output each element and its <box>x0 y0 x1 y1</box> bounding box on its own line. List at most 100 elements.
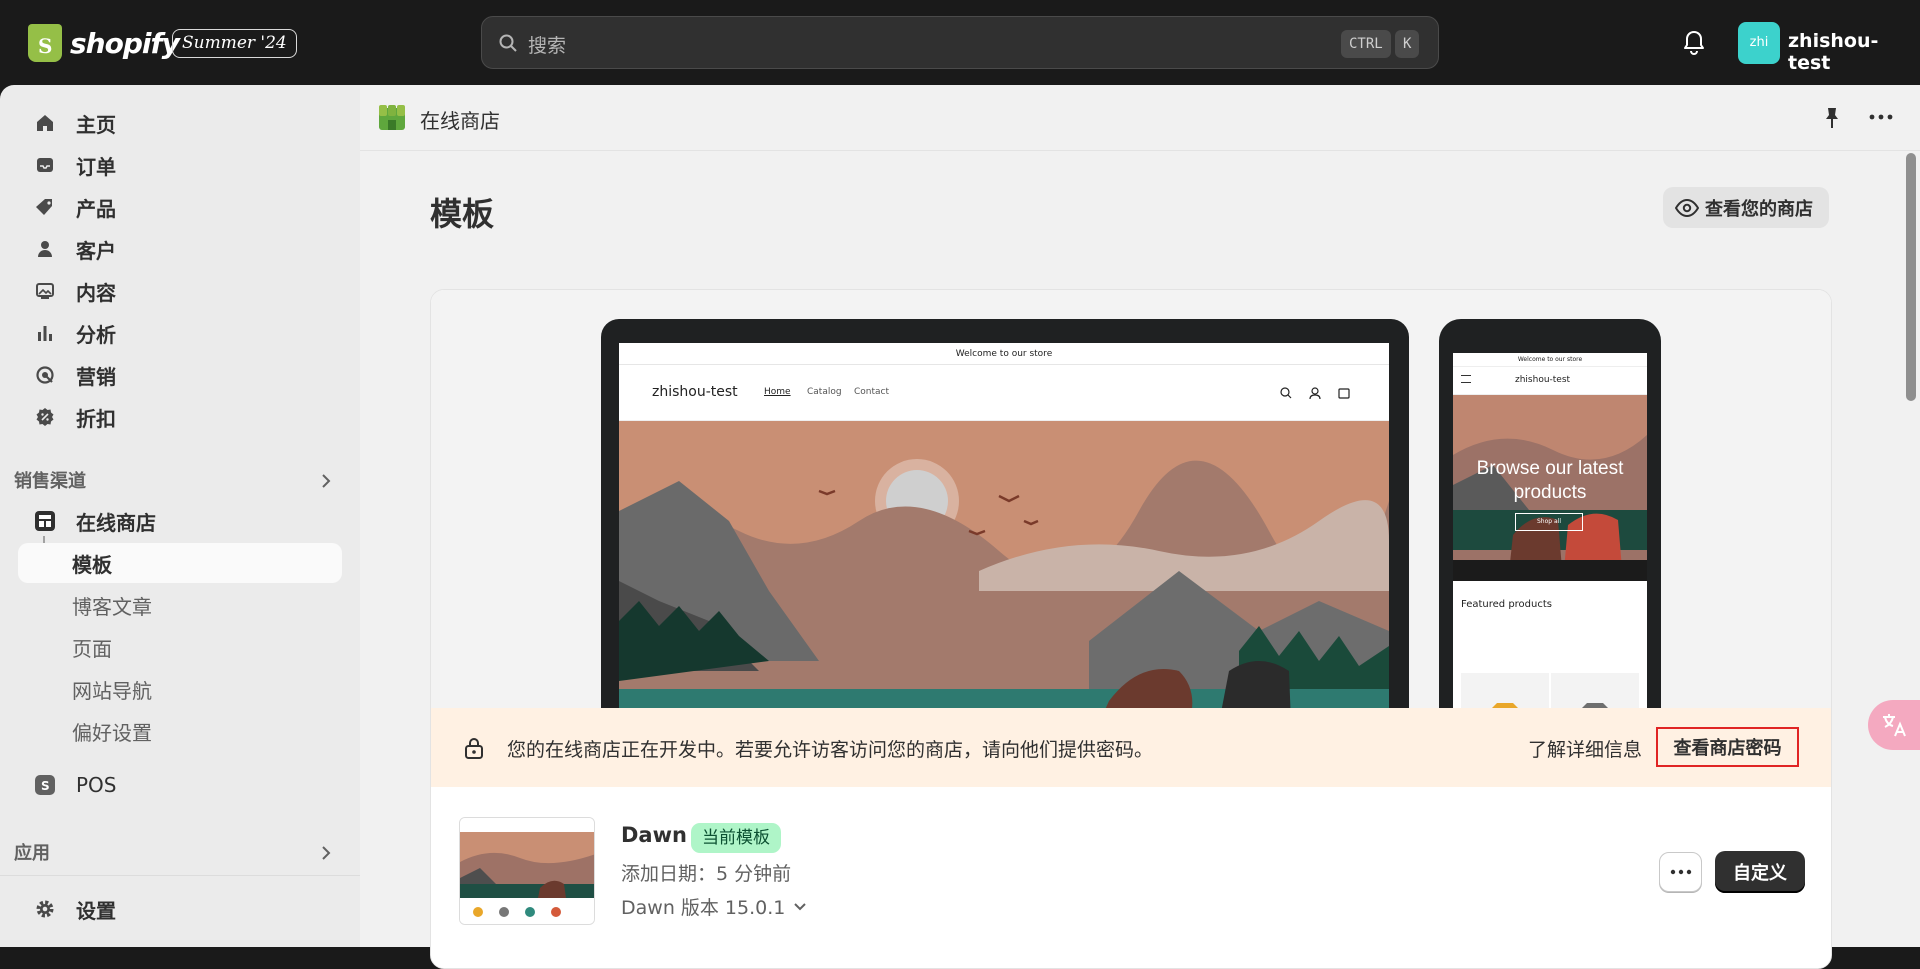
mobile-preview: Welcome to our store zhishou-test Browse… <box>1439 319 1661 723</box>
divider <box>0 875 360 876</box>
more-options-icon <box>1670 869 1691 875</box>
mobile-store-name: zhishou-test <box>1515 375 1571 385</box>
page-header-bar: 在线商店 <box>360 85 1920 151</box>
sidebar-item-label: 主页 <box>76 112 116 137</box>
logo-text: shopify <box>70 26 180 60</box>
sidebar-item-label: 页面 <box>72 636 112 661</box>
apps-header[interactable]: 应用 <box>14 839 50 865</box>
sidebar-item-label: 设置 <box>76 898 116 923</box>
sidebar-item-analytics[interactable]: 分析 <box>18 313 342 353</box>
sidebar-item-label: 网站导航 <box>72 678 152 703</box>
announcement-bar: Welcome to our store <box>619 343 1389 365</box>
search-bar[interactable]: 搜索 CTRL K <box>481 16 1439 69</box>
mobile-preview-screen: Welcome to our store zhishou-test Browse… <box>1453 353 1647 723</box>
edition-badge[interactable]: Summer '24 <box>172 29 297 58</box>
store-header-icons <box>1280 387 1350 400</box>
sidebar-item-orders[interactable]: 订单 <box>18 145 342 185</box>
image-icon <box>36 283 54 299</box>
store-name: zhishou-test <box>652 384 738 400</box>
sales-channels-header[interactable]: 销售渠道 <box>14 467 86 493</box>
sidebar-item-label: 营销 <box>76 364 116 389</box>
pos-icon: S <box>35 775 55 795</box>
target-icon <box>36 366 54 384</box>
sidebar-item-discounts[interactable]: 折扣 <box>18 397 342 437</box>
sidebar-item-home[interactable]: 主页 <box>18 103 342 143</box>
person-icon <box>38 241 52 257</box>
theme-thumbnail-image <box>460 818 594 924</box>
featured-heading: Featured products <box>1461 599 1552 610</box>
search-input[interactable]: 搜索 <box>528 31 566 58</box>
sidebar-item-blog-posts[interactable]: 博客文章 <box>18 585 342 625</box>
sidebar-item-pos[interactable]: S POS <box>18 765 342 805</box>
sidebar-item-navigation[interactable]: 网站导航 <box>18 669 342 709</box>
sidebar-item-preferences[interactable]: 偏好设置 <box>18 711 342 751</box>
sidebar-item-pages[interactable]: 页面 <box>18 627 342 667</box>
theme-more-actions-button[interactable] <box>1659 852 1702 892</box>
shopify-logo[interactable]: S shopify <box>28 24 180 62</box>
theme-thumbnail[interactable] <box>459 817 595 925</box>
online-store-app-icon <box>379 105 405 130</box>
chevron-right-icon[interactable] <box>318 845 334 861</box>
sidebar-item-themes[interactable]: 模板 <box>18 543 342 583</box>
sidebar-item-label: 偏好设置 <box>72 720 152 745</box>
header-title[interactable]: 在线商店 <box>420 105 500 134</box>
sidebar-item-content[interactable]: 内容 <box>18 271 342 311</box>
tag-icon <box>36 199 52 215</box>
theme-name: Dawn <box>621 823 687 847</box>
sidebar-item-settings[interactable]: 设置 <box>18 889 342 929</box>
sidebar-item-label: POS <box>76 773 117 797</box>
hamburger-icon <box>1461 375 1471 383</box>
sidebar-item-label: 博客文章 <box>72 594 152 619</box>
chevron-right-icon[interactable] <box>318 473 334 489</box>
discount-icon <box>36 408 54 426</box>
banner-message: 您的在线商店正在开发中。若要允许访客访问您的商店，请向他们提供密码。 <box>507 739 1154 761</box>
sidebar-item-label: 在线商店 <box>76 510 156 535</box>
view-store-button[interactable]: 查看您的商店 <box>1663 187 1829 228</box>
store-dev-banner: 您的在线商店正在开发中。若要允许访客访问您的商店，请向他们提供密码。 了解详细信… <box>431 708 1831 787</box>
bar-chart-icon <box>38 326 52 341</box>
current-theme-badge: 当前模板 <box>691 823 781 853</box>
sidebar-item-label: 客户 <box>76 238 116 263</box>
inbox-icon <box>37 158 53 172</box>
theme-card: Welcome to our store zhishou-test Home C… <box>430 289 1832 969</box>
mobile-hero: Browse our latest products Shop all <box>1453 395 1647 581</box>
translate-button[interactable] <box>1868 700 1920 750</box>
shortcut-ctrl-key: CTRL <box>1341 30 1391 58</box>
sidebar-item-label: 折扣 <box>76 406 116 431</box>
chevron-down-icon <box>794 902 807 910</box>
learn-more-link[interactable]: 了解详细信息 <box>1528 735 1642 762</box>
sidebar-item-label: 内容 <box>76 280 116 305</box>
nav-home: Home <box>764 387 791 397</box>
scrollbar-thumb[interactable] <box>1906 153 1916 401</box>
nav-catalog: Catalog <box>807 387 842 397</box>
theme-preview[interactable]: Welcome to our store zhishou-test Home C… <box>431 290 1831 723</box>
avatar[interactable]: zhi <box>1738 22 1780 64</box>
desktop-preview-screen: Welcome to our store zhishou-test Home C… <box>619 343 1389 723</box>
shop-name[interactable]: zhishou-test <box>1788 30 1920 74</box>
shortcut-k-key: K <box>1395 30 1420 58</box>
sidebar-item-marketing[interactable]: 营销 <box>18 355 342 395</box>
customize-button[interactable]: 自定义 <box>1715 851 1805 893</box>
search-icon <box>499 34 517 52</box>
more-options-icon[interactable] <box>1868 107 1894 127</box>
home-icon <box>37 115 53 131</box>
view-store-password-button[interactable]: 查看商店密码 <box>1656 727 1799 767</box>
store-header: zhishou-test Home Catalog Contact <box>619 365 1389 421</box>
bell-icon[interactable] <box>1682 30 1706 56</box>
nav-contact: Contact <box>854 387 890 397</box>
pin-icon[interactable] <box>1822 107 1842 129</box>
top-bar: S shopify Summer '24 搜索 CTRL K zhi zhish… <box>0 0 1920 85</box>
sidebar-item-label: 模板 <box>72 552 112 577</box>
sidebar-item-products[interactable]: 产品 <box>18 187 342 227</box>
sidebar-item-online-store[interactable]: 在线商店 <box>18 501 342 541</box>
mobile-announcement: Welcome to our store <box>1453 353 1647 367</box>
online-store-icon <box>35 511 55 531</box>
scrollbar[interactable] <box>1902 151 1920 947</box>
page-title: 模板 <box>430 195 495 233</box>
current-theme-row: Dawn 当前模板 添加日期：5 分钟前 Dawn 版本 15.0.1 自定义 <box>431 787 1831 968</box>
theme-version-toggle[interactable]: Dawn 版本 15.0.1 <box>621 893 807 920</box>
sidebar-item-customers[interactable]: 客户 <box>18 229 342 269</box>
svg-text:S: S <box>41 779 50 793</box>
gear-icon <box>36 900 54 918</box>
sidebar-item-label: 产品 <box>76 196 116 221</box>
